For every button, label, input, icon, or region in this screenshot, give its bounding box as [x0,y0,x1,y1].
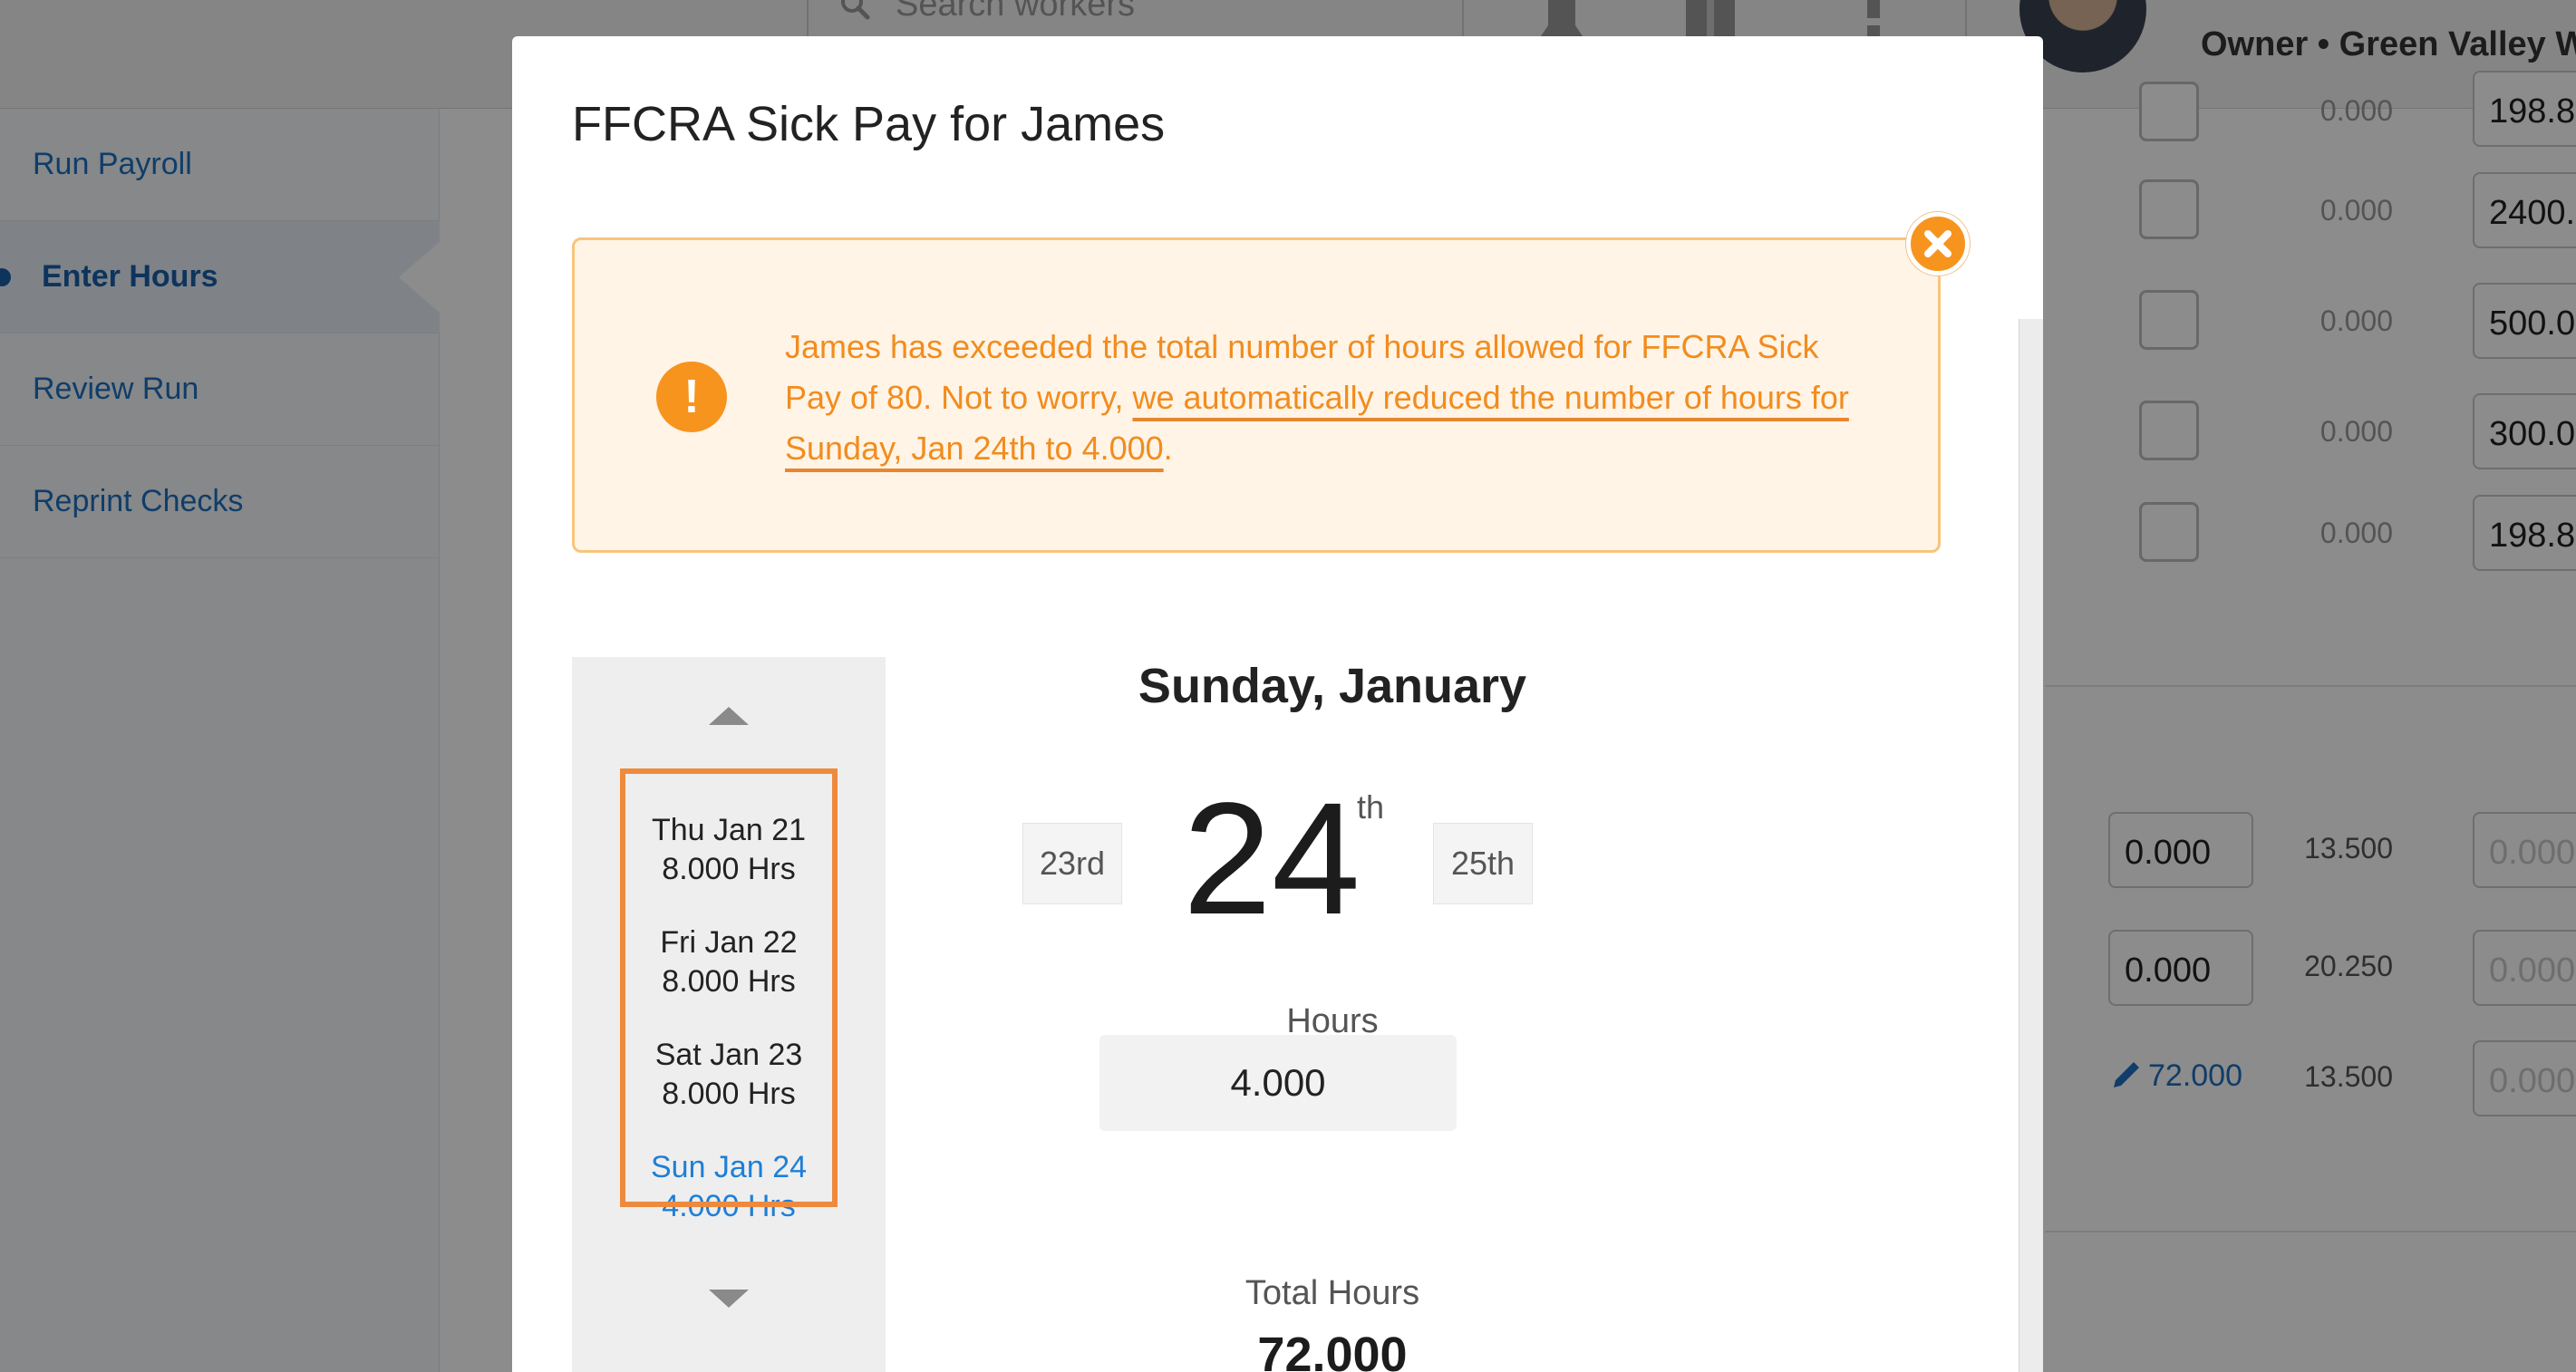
modal-scrollbar[interactable] [2019,319,2043,1372]
alert-banner: ! James has exceeded the total number of… [572,237,1941,553]
scroll-down-arrow-icon[interactable] [709,1290,749,1308]
modal-title: FFCRA Sick Pay for James [572,97,1166,151]
close-button[interactable] [1906,212,1970,275]
selected-day-suffix: th [1357,788,1385,826]
previous-day-button[interactable]: 23rd [1022,823,1122,904]
selected-day-heading: Sunday, January [1138,659,1527,713]
day-list-highlight [620,768,838,1207]
total-hours-label: Total Hours [1244,1274,1420,1312]
next-day-button[interactable]: 25th [1433,823,1533,904]
alert-message: James has exceeded the total number of h… [785,322,1873,474]
ffcra-sick-pay-modal: FFCRA Sick Pay for James ! James has exc… [512,36,2043,1372]
close-icon [1924,230,1951,257]
selected-day-number: 24 [1183,770,1361,948]
total-hours-value: 72.000 [1257,1328,1408,1372]
day-picker-list: Thu Jan 21 8.000 Hrs Fri Jan 22 8.000 Hr… [572,657,886,1372]
alert-text-end: . [1163,430,1173,467]
exclamation-icon: ! [656,362,727,432]
hours-field[interactable]: 4.000 [1099,1035,1457,1131]
scroll-up-arrow-icon[interactable] [709,707,749,725]
